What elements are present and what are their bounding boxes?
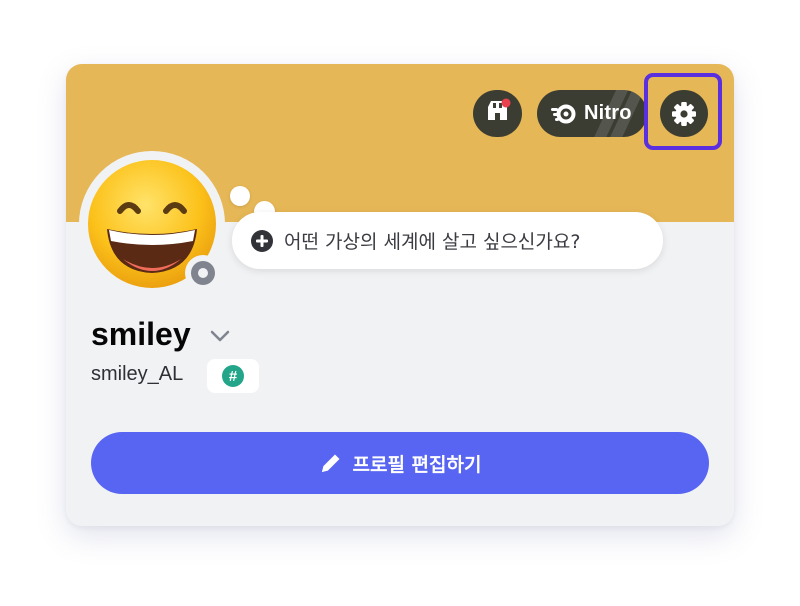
chevron-down-icon[interactable]: [209, 328, 231, 344]
shop-button[interactable]: [473, 90, 522, 137]
edit-profile-button[interactable]: 프로필 편집하기: [91, 432, 709, 494]
add-circle-icon: [251, 229, 273, 252]
display-name: smiley: [91, 316, 191, 352]
edit-profile-label: 프로필 편집하기: [352, 453, 482, 476]
nitro-icon: [551, 103, 577, 125]
nitro-button[interactable]: Nitro: [537, 90, 647, 137]
username: smiley_AL: [91, 363, 184, 385]
status-prompt-text: 어떤 가상의 세계에 살고 싶으신가요?: [284, 231, 581, 253]
status-indicator: [185, 255, 221, 291]
settings-highlight: [644, 73, 722, 150]
shop-icon: [485, 98, 511, 129]
custom-status-bubble[interactable]: 어떤 가상의 세계에 살고 싶으신가요?: [232, 212, 663, 269]
pencil-icon: [319, 451, 343, 475]
server-tag-badge[interactable]: #: [207, 359, 259, 393]
nitro-label: Nitro: [584, 102, 632, 124]
hash-icon: #: [222, 365, 244, 387]
thought-bubble-dot: [230, 186, 250, 206]
